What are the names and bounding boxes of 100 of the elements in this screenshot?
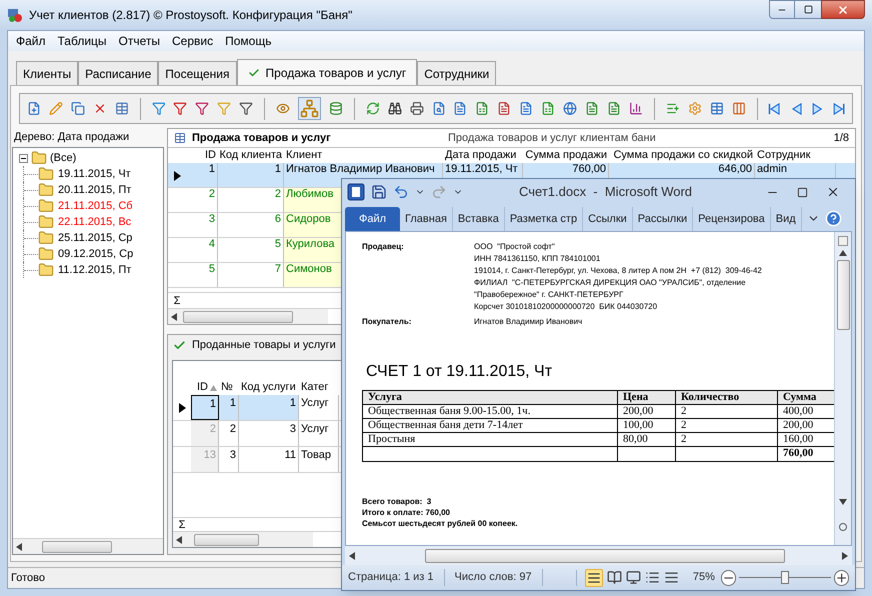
add-document-icon[interactable] [27,99,41,118]
menu-item[interactable]: Помощь [219,32,278,50]
tree-item[interactable]: 22.11.2015, Вс [58,214,132,230]
column-header[interactable]: Катег [301,379,328,396]
tree-view-toggle[interactable] [298,97,321,120]
browse-object-icon[interactable] [839,523,847,531]
column-settings-icon[interactable] [688,99,702,118]
print-layout-button[interactable] [584,568,603,586]
summary-line: Всего товаров: 3 [362,496,432,507]
menu-item[interactable]: Таблицы [52,32,113,50]
scroll-left-icon[interactable] [176,536,182,544]
ribbon-tab[interactable]: Файл [345,207,400,231]
folder-icon [38,230,54,246]
outline-view-icon[interactable] [644,570,660,585]
tree-item[interactable]: 11.12.2015, Пт [58,262,132,278]
horizontal-scrollbar[interactable] [345,546,852,565]
horizontal-scrollbar[interactable] [13,539,163,554]
maximize-icon[interactable] [804,5,812,14]
table-cell-text: Услуг [301,423,329,437]
column-header[interactable]: Дата продажи [445,148,516,163]
maximize-button[interactable] [795,0,821,19]
zoom-slider-thumb[interactable] [780,570,789,584]
menu-item[interactable]: Файл [10,32,52,50]
column-header[interactable]: № [221,379,233,396]
column-header[interactable]: Код услуги [241,379,296,396]
tree-item[interactable]: 25.11.2015, Ср [58,230,132,246]
close-button[interactable] [826,185,840,199]
zoom-level[interactable]: 75% [692,569,715,586]
column-header[interactable]: ID [205,148,216,163]
tab[interactable]: Расписание [78,61,158,85]
table-cell-text: 1 [290,397,296,411]
tree-item[interactable]: 21.11.2015, Сб [58,198,133,214]
split-box-icon[interactable] [838,236,848,246]
collapse-icon[interactable] [19,154,28,162]
tree-item[interactable]: (Все) [50,150,76,166]
table-cell: Игнатов Владимир Иванович [286,163,435,176]
table-cell: Курилова [286,238,335,251]
scroll-left-icon[interactable] [349,552,355,560]
column-header[interactable]: Сумма продажи [525,148,607,163]
table-cell: 2 [676,419,778,432]
table-cell-text: 3 [230,449,236,463]
menu-item[interactable]: Сервис [166,32,220,50]
scroll-left-icon[interactable] [171,312,177,320]
scroll-left-icon[interactable] [16,542,22,550]
printer-icon[interactable] [410,99,424,118]
folder-icon [38,182,54,198]
scroll-down-icon[interactable] [839,499,847,505]
tree-item[interactable]: 20.11.2015, Пт [58,182,132,198]
menu-item[interactable]: Отчеты [112,32,166,50]
tab[interactable]: Посещения [158,61,237,85]
undo-icon[interactable] [393,184,409,200]
vertical-scrollbar[interactable] [834,232,851,545]
maximize-button[interactable] [797,186,808,198]
page-count[interactable]: Страница: 1 из 1 [348,569,445,586]
tree-item[interactable]: 09.12.2015, Ср [58,246,134,262]
table-cell: 19.11.2015, Чт [445,163,518,176]
close-icon[interactable] [837,4,849,16]
seller-line: ФИЛИАЛ "С-ПЕТЕРБУРГСКАЯ ДИРЕКЦИЯ ОАО "УРАЛСИБ", отделение [474,277,747,289]
close-button[interactable] [821,0,865,19]
copy-icon[interactable] [70,99,85,118]
app-icon[interactable] [7,7,23,23]
draft-view-icon[interactable] [664,570,679,585]
word-count[interactable]: Число слов: 97 [444,569,543,586]
scroll-up-icon[interactable] [839,250,847,256]
seller-line: "Правобережное" г. САНКТ-ПЕТЕРБУРГ [474,289,624,301]
reading-view-icon[interactable] [606,570,622,585]
web-layout-icon[interactable] [626,570,641,585]
help-icon[interactable] [824,210,842,227]
tree-item[interactable]: 19.11.2015, Чт [58,166,131,182]
horizontal-scrollbar[interactable] [173,532,313,547]
table-cell-text: Товар [301,449,331,463]
scroll-thumb[interactable] [194,534,259,546]
tab[interactable]: Продажа товаров и услуг [236,59,418,85]
column-header[interactable]: Сотрудник [757,148,810,163]
column-header[interactable]: ID [197,379,208,396]
zoom-out-button[interactable] [720,570,736,586]
record-counter: 1/8 [834,130,849,146]
panel-title: Продажа товаров и услуг [192,130,332,146]
scroll-thumb[interactable] [183,310,293,322]
zoom-slider[interactable] [739,570,831,584]
column-header[interactable]: Сумма продажи со скидкой [613,148,753,163]
seller-line: ООО "Простой софт" [474,241,556,253]
tab[interactable]: Клиенты [16,61,78,85]
scroll-thumb[interactable] [425,548,785,562]
save-icon[interactable] [371,184,387,200]
pencil-icon[interactable] [48,99,63,118]
tab[interactable]: Сотрудники [417,61,496,85]
table-cell: 100,00 [618,419,676,432]
preview-icon[interactable] [432,99,446,118]
table-cell-text: 3 [290,423,296,437]
table-header-cell: Количество [676,391,778,404]
scroll-thumb[interactable] [836,260,850,330]
horizontal-scrollbar[interactable] [168,309,328,324]
zoom-in-button[interactable] [834,570,849,586]
column-header[interactable]: Клиент [286,148,322,163]
column-header[interactable]: Код клиента [220,148,282,163]
web-export-icon[interactable] [563,99,578,118]
scroll-right-icon[interactable] [842,552,848,560]
table-cell-text: 200,00 [782,419,814,432]
scroll-thumb[interactable] [42,540,112,552]
